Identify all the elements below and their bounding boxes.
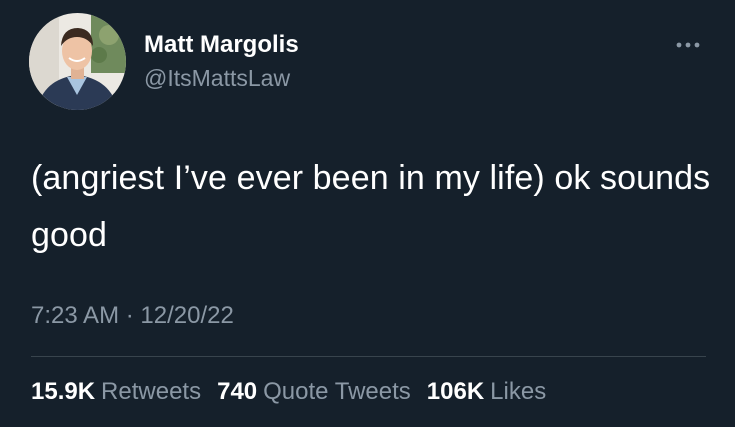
tweet-timestamp: 7:23 AM · 12/20/22 [31, 302, 234, 330]
retweets-stat[interactable]: 15.9K Retweets [31, 378, 201, 406]
retweets-count: 15.9K [31, 378, 96, 405]
quote-tweets-stat[interactable]: 740 Quote Tweets [217, 378, 411, 406]
user-handle[interactable]: @ItsMattsLaw [144, 65, 290, 92]
tweet-stats: 15.9K Retweets 740 Quote Tweets 106K Likes [31, 378, 546, 406]
tweet-time[interactable]: 7:23 AM [31, 302, 119, 329]
likes-label: Likes [490, 378, 547, 405]
tweet-date[interactable]: 12/20/22 [140, 302, 233, 329]
quote-tweets-count: 740 [217, 378, 258, 405]
display-name[interactable]: Matt Margolis [144, 31, 299, 59]
more-options-button[interactable] [668, 30, 708, 60]
quote-tweets-label: Quote Tweets [263, 378, 411, 405]
tweet-text: (angriest I’ve ever been in my life) ok … [31, 159, 711, 254]
retweets-label: Retweets [101, 378, 202, 405]
timestamp-separator: · [125, 302, 134, 329]
likes-count: 106K [426, 378, 485, 405]
tweet-card: Matt Margolis @ItsMattsLaw (angriest I’v… [0, 0, 735, 427]
divider [31, 356, 706, 357]
more-horizontal-icon [675, 36, 701, 54]
likes-stat[interactable]: 106K Likes [427, 378, 546, 406]
avatar[interactable] [29, 13, 126, 110]
